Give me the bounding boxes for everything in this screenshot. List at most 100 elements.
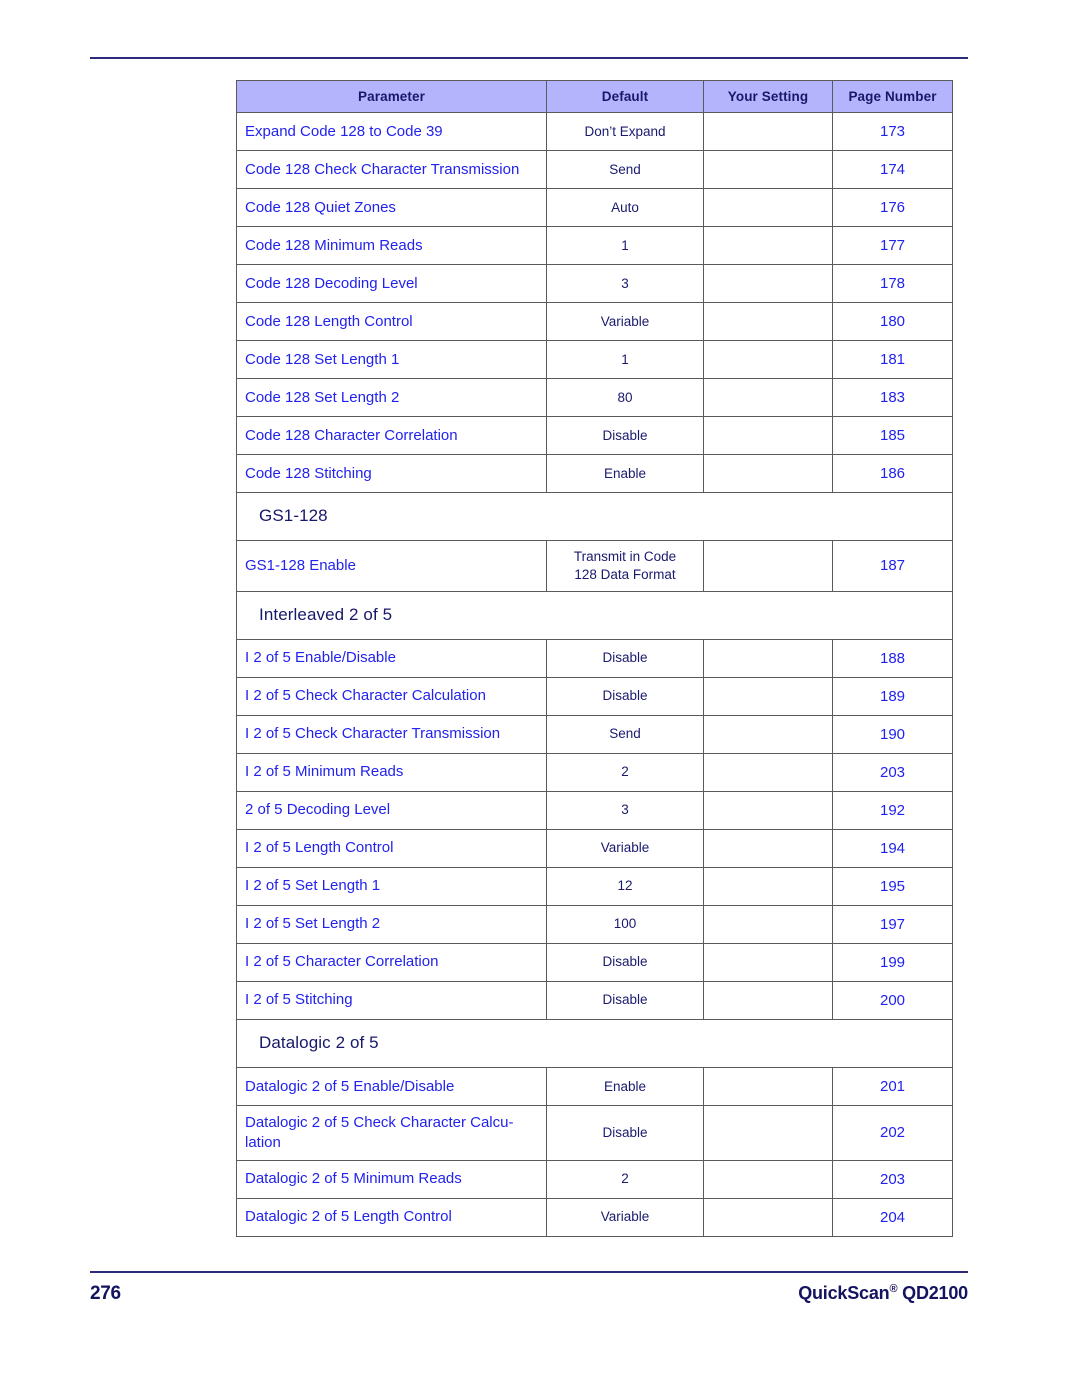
- your-setting-field[interactable]: [703, 828, 833, 868]
- page-number-link[interactable]: 188: [832, 638, 953, 678]
- table-section-row: Interleaved 2 of 5: [236, 590, 953, 640]
- your-setting-field[interactable]: [703, 752, 833, 792]
- section-title: Datalogic 2 of 5: [236, 1018, 953, 1068]
- page-number-link[interactable]: 181: [832, 340, 953, 379]
- page-number-link[interactable]: 189: [832, 676, 953, 716]
- page-number-link[interactable]: 178: [832, 264, 953, 303]
- your-setting-field[interactable]: [703, 942, 833, 982]
- your-setting-field[interactable]: [703, 1104, 833, 1161]
- page-number-link[interactable]: 199: [832, 942, 953, 982]
- parameter-link[interactable]: Code 128 Set Length 2: [236, 378, 547, 417]
- default-value: Send: [546, 714, 704, 754]
- parameter-link[interactable]: GS1-128 Enable: [236, 540, 547, 592]
- your-setting-field[interactable]: [703, 454, 833, 493]
- page-number-link[interactable]: 202: [832, 1104, 953, 1161]
- your-setting-field[interactable]: [703, 226, 833, 265]
- parameter-link[interactable]: I 2 of 5 Check Character Calculation: [236, 676, 547, 716]
- default-value: Disable: [546, 980, 704, 1020]
- table-row: Code 128 Length Control Variable 180: [236, 302, 953, 341]
- parameter-link[interactable]: I 2 of 5 Check Character Transmission: [236, 714, 547, 754]
- your-setting-field[interactable]: [703, 416, 833, 455]
- page-number-link[interactable]: 174: [832, 150, 953, 189]
- parameter-link[interactable]: Code 128 Check Character Transmission: [236, 150, 547, 189]
- parameter-link[interactable]: 2 of 5 Decoding Level: [236, 790, 547, 830]
- default-value: Disable: [546, 416, 704, 455]
- page-number-link[interactable]: 197: [832, 904, 953, 944]
- page-number-link[interactable]: 177: [832, 226, 953, 265]
- page-footer: 276 QuickScan® QD2100: [90, 1283, 968, 1305]
- page-number-link[interactable]: 201: [832, 1066, 953, 1106]
- parameter-link[interactable]: Code 128 Length Control: [236, 302, 547, 341]
- parameter-link[interactable]: I 2 of 5 Set Length 1: [236, 866, 547, 906]
- your-setting-field[interactable]: [703, 904, 833, 944]
- section-title: GS1-128: [236, 491, 953, 542]
- page-number-link[interactable]: 176: [832, 188, 953, 227]
- page-number-link[interactable]: 200: [832, 980, 953, 1020]
- parameter-link[interactable]: Code 128 Quiet Zones: [236, 188, 547, 227]
- page-number-link[interactable]: 190: [832, 714, 953, 754]
- parameter-link[interactable]: I 2 of 5 Length Control: [236, 828, 547, 868]
- default-value: 1: [546, 226, 704, 265]
- your-setting-field[interactable]: [703, 790, 833, 830]
- your-setting-field[interactable]: [703, 1159, 833, 1199]
- parameter-link[interactable]: Code 128 Set Length 1: [236, 340, 547, 379]
- your-setting-field[interactable]: [703, 980, 833, 1020]
- page-number-link[interactable]: 183: [832, 378, 953, 417]
- footer-page-number: 276: [90, 1283, 121, 1304]
- your-setting-field[interactable]: [703, 150, 833, 189]
- your-setting-field[interactable]: [703, 540, 833, 592]
- parameter-link[interactable]: I 2 of 5 Stitching: [236, 980, 547, 1020]
- parameter-link[interactable]: Expand Code 128 to Code 39: [236, 112, 547, 151]
- your-setting-field[interactable]: [703, 638, 833, 678]
- page-number-link[interactable]: 185: [832, 416, 953, 455]
- table-row: 2 of 5 Decoding Level 3 192: [236, 790, 953, 830]
- parameter-link[interactable]: Datalogic 2 of 5 Enable/Disable: [236, 1066, 547, 1106]
- column-header-your-setting: Your Setting: [703, 80, 833, 113]
- your-setting-field[interactable]: [703, 264, 833, 303]
- page-number-link[interactable]: 203: [832, 752, 953, 792]
- table-row: I 2 of 5 Enable/Disable Disable 188: [236, 638, 953, 678]
- table-row: I 2 of 5 Check Character Calculation Disa…: [236, 676, 953, 716]
- default-value: Disable: [546, 1104, 704, 1161]
- page-number-link[interactable]: 192: [832, 790, 953, 830]
- table-row: I 2 of 5 Minimum Reads 2 203: [236, 752, 953, 792]
- table-header: Parameter Default Your Setting Page Numb…: [236, 80, 953, 113]
- page-number-link[interactable]: 187: [832, 540, 953, 592]
- default-value: Transmit in Code 128 Data Format: [546, 540, 704, 592]
- default-value: Disable: [546, 638, 704, 678]
- your-setting-field[interactable]: [703, 112, 833, 151]
- your-setting-field[interactable]: [703, 340, 833, 379]
- parameter-link[interactable]: Code 128 Decoding Level: [236, 264, 547, 303]
- page-number-link[interactable]: 180: [832, 302, 953, 341]
- your-setting-field[interactable]: [703, 714, 833, 754]
- your-setting-field[interactable]: [703, 1197, 833, 1237]
- table-row: I 2 of 5 Set Length 1 12 195: [236, 866, 953, 906]
- parameter-link[interactable]: Datalogic 2 of 5 Check Character Calcu-l…: [236, 1104, 547, 1161]
- table-row: Code 128 Character Correlation Disable 185: [236, 416, 953, 455]
- parameter-link[interactable]: Code 128 Character Correlation: [236, 416, 547, 455]
- page-number-link[interactable]: 186: [832, 454, 953, 493]
- page-number-link[interactable]: 195: [832, 866, 953, 906]
- parameter-link[interactable]: I 2 of 5 Set Length 2: [236, 904, 547, 944]
- your-setting-field[interactable]: [703, 302, 833, 341]
- page-number-link[interactable]: 203: [832, 1159, 953, 1199]
- your-setting-field[interactable]: [703, 676, 833, 716]
- your-setting-field[interactable]: [703, 188, 833, 227]
- table-row: I 2 of 5 Length Control Variable 194: [236, 828, 953, 868]
- table-row: I 2 of 5 Set Length 2 100 197: [236, 904, 953, 944]
- your-setting-field[interactable]: [703, 866, 833, 906]
- page-number-link[interactable]: 204: [832, 1197, 953, 1237]
- page-number-link[interactable]: 173: [832, 112, 953, 151]
- default-value: 80: [546, 378, 704, 417]
- table-row: Datalogic 2 of 5 Enable/Disable Enable 201: [236, 1066, 953, 1106]
- your-setting-field[interactable]: [703, 378, 833, 417]
- your-setting-field[interactable]: [703, 1066, 833, 1106]
- parameter-link[interactable]: Code 128 Stitching: [236, 454, 547, 493]
- parameter-link[interactable]: I 2 of 5 Minimum Reads: [236, 752, 547, 792]
- parameter-link[interactable]: Datalogic 2 of 5 Length Control: [236, 1197, 547, 1237]
- parameter-link[interactable]: Datalogic 2 of 5 Minimum Reads: [236, 1159, 547, 1199]
- parameter-link[interactable]: I 2 of 5 Character Correlation: [236, 942, 547, 982]
- parameter-link[interactable]: I 2 of 5 Enable/Disable: [236, 638, 547, 678]
- page-number-link[interactable]: 194: [832, 828, 953, 868]
- parameter-link[interactable]: Code 128 Minimum Reads: [236, 226, 547, 265]
